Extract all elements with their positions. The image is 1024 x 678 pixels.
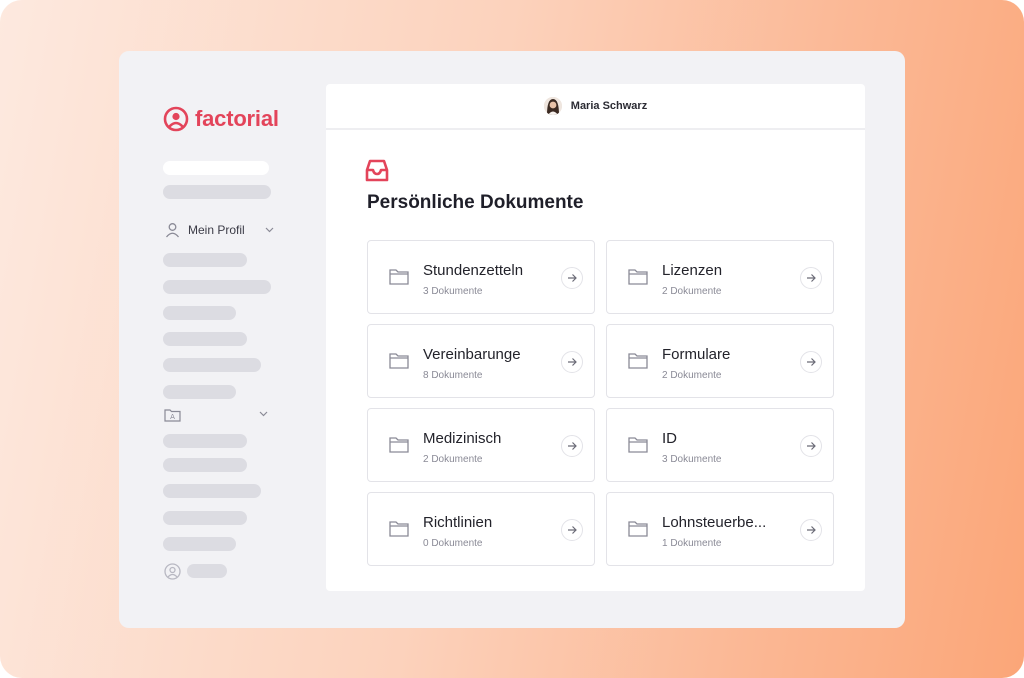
sidebar-skeleton: [163, 253, 247, 267]
sidebar-item-mein-profil[interactable]: Mein Profil: [165, 222, 274, 238]
folder-icon: [389, 521, 409, 537]
folder-icon: [389, 437, 409, 453]
folder-count: 8 Dokumente: [423, 370, 483, 381]
folder-count: 2 Dokumente: [662, 286, 722, 297]
inbox-icon: [365, 159, 389, 182]
brand-name: factorial: [195, 106, 279, 131]
folder-count: 3 Dokumente: [662, 454, 722, 465]
chevron-down-icon[interactable]: [259, 411, 268, 417]
folder-icon: [628, 269, 648, 285]
sidebar-skeleton: [163, 537, 236, 551]
page-title: Persönliche Dokumente: [367, 192, 584, 213]
sidebar-skeleton: [163, 458, 247, 472]
user-icon: [165, 223, 180, 238]
sidebar-skeleton: [163, 332, 247, 346]
sidebar-skeleton: [163, 434, 247, 448]
folder-name: Medizinisch: [423, 430, 502, 447]
folder-name: Vereinbarunge: [423, 346, 521, 363]
factorial-logo[interactable]: factorial: [163, 105, 279, 133]
folder-card[interactable]: Richtlinien 0 Dokumente: [367, 492, 595, 566]
folder-name: Richtlinien: [423, 514, 493, 531]
folder-card[interactable]: Medizinisch 2 Dokumente: [367, 408, 595, 482]
user-name[interactable]: Maria Schwarz: [571, 100, 647, 112]
sidebar-skeleton: [163, 511, 247, 525]
folder-name: Formulare: [662, 346, 731, 363]
factorial-logo-icon: [163, 106, 189, 132]
sidebar-skeleton: [163, 185, 271, 199]
arrow-right-icon[interactable]: [561, 519, 583, 541]
arrow-right-icon[interactable]: [800, 435, 822, 457]
folder-name: Lizenzen: [662, 262, 723, 279]
arrow-right-icon[interactable]: [800, 351, 822, 373]
account-icon[interactable]: [164, 563, 181, 580]
folder-name: ID: [662, 430, 677, 447]
search-placeholder[interactable]: [163, 161, 269, 175]
arrow-right-icon[interactable]: [561, 435, 583, 457]
folder-icon: [628, 521, 648, 537]
arrow-right-icon[interactable]: [561, 267, 583, 289]
sidebar-skeleton: [163, 385, 236, 399]
folder-icon: [389, 353, 409, 369]
folder-card[interactable]: Vereinbarunge 8 Dokumente: [367, 324, 595, 398]
sidebar-skeleton: [163, 306, 236, 320]
folder-count: 2 Dokumente: [423, 454, 483, 465]
folder-count: 3 Dokumente: [423, 286, 483, 297]
avatar[interactable]: [543, 97, 562, 115]
folder-icon: [389, 269, 409, 285]
folder-card[interactable]: Lizenzen 2 Dokumente: [606, 240, 834, 314]
folder-name: Lohnsteuerbe...: [662, 514, 767, 531]
arrow-right-icon[interactable]: [800, 267, 822, 289]
folder-card[interactable]: Lohnsteuerbe... 1 Dokumente: [606, 492, 834, 566]
sidebar-skeleton: [187, 564, 227, 578]
chevron-down-icon[interactable]: [265, 227, 274, 233]
folder-card[interactable]: ID 3 Dokumente: [606, 408, 834, 482]
folder-card[interactable]: Stundenzetteln 3 Dokumente: [367, 240, 595, 314]
top-bar: Maria Schwarz: [326, 84, 865, 130]
arrow-right-icon[interactable]: [561, 351, 583, 373]
folder-icon: [628, 353, 648, 369]
sidebar-skeleton: [163, 358, 261, 372]
folder-count: 0 Dokumente: [423, 538, 483, 549]
sidebar-skeleton: [163, 280, 271, 294]
svg-text:A: A: [170, 413, 175, 421]
folder-count: 1 Dokumente: [662, 538, 722, 549]
folder-person-icon[interactable]: A: [164, 408, 181, 422]
folder-card[interactable]: Formulare 2 Dokumente: [606, 324, 834, 398]
folder-name: Stundenzetteln: [423, 262, 524, 279]
folder-icon: [628, 437, 648, 453]
arrow-right-icon[interactable]: [800, 519, 822, 541]
sidebar-item-label: Mein Profil: [188, 223, 245, 237]
sidebar-skeleton: [163, 484, 261, 498]
folder-count: 2 Dokumente: [662, 370, 722, 381]
